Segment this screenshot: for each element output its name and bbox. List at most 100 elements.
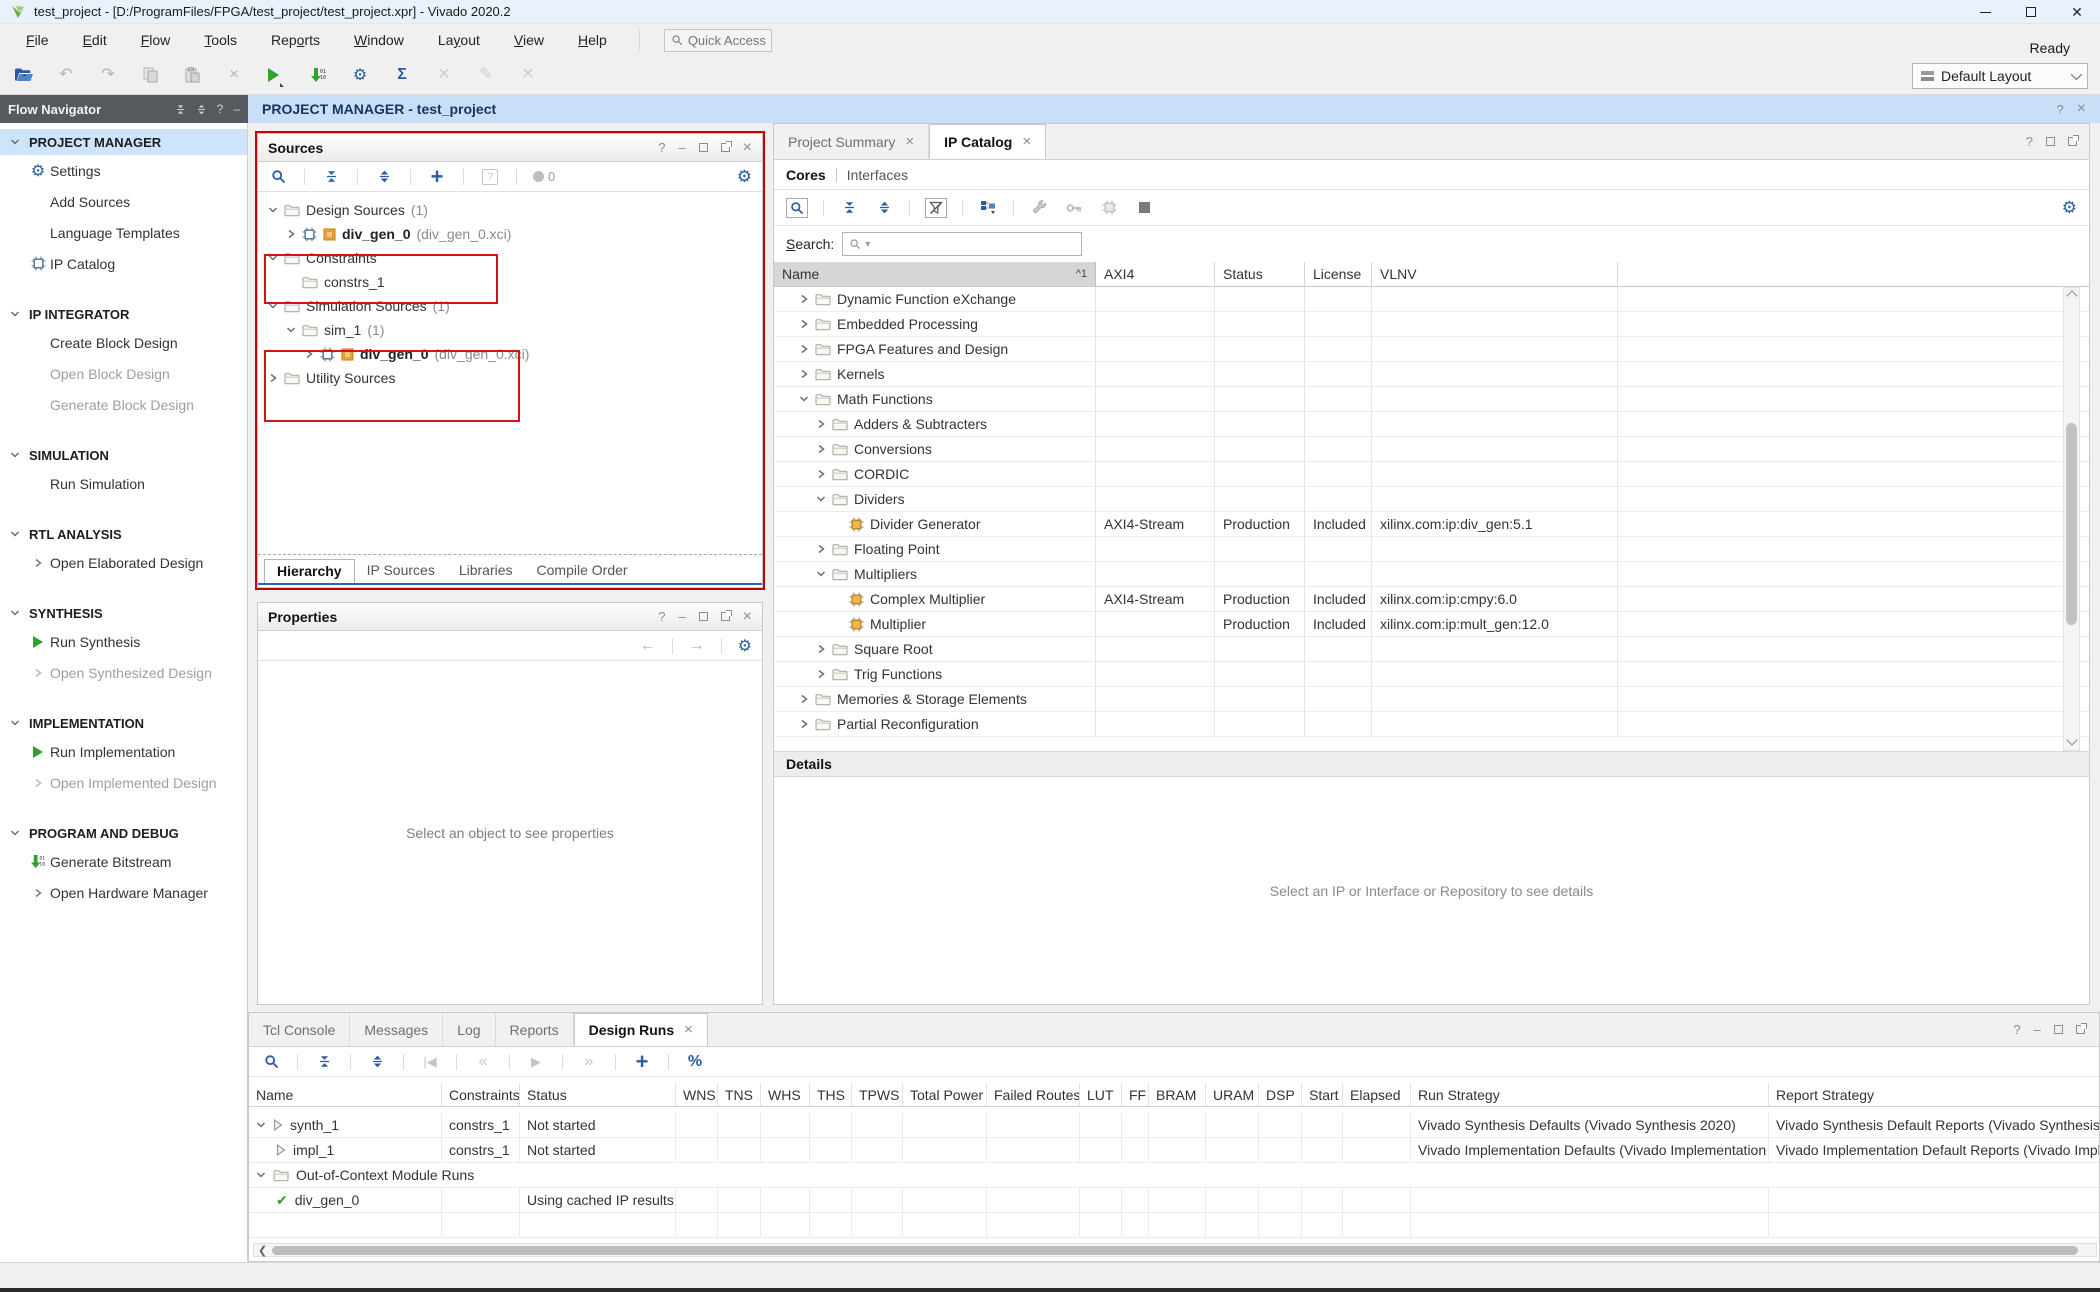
close-tab-icon[interactable]: × xyxy=(905,133,914,150)
open-file-button[interactable] xyxy=(14,63,34,87)
messages-badge-button[interactable]: 0 xyxy=(533,165,555,189)
close-window-button[interactable]: ✕ xyxy=(2054,0,2100,24)
flownav-item-generate-block-design[interactable]: Generate Block Design xyxy=(0,389,247,420)
forward-arrow-icon[interactable]: → xyxy=(689,638,705,654)
flownav-item-open-elaborated-design[interactable]: Open Elaborated Design xyxy=(0,547,247,578)
collapse-all-button[interactable] xyxy=(839,196,859,220)
flownav-section-simulation[interactable]: SIMULATION xyxy=(0,442,247,468)
chevron-right-icon[interactable] xyxy=(33,558,43,568)
run-button[interactable] xyxy=(266,63,286,87)
tab-libraries[interactable]: Libraries xyxy=(447,559,525,583)
collapse-all-button[interactable] xyxy=(321,165,341,189)
flownav-section-rtl-analysis[interactable]: RTL ANALYSIS xyxy=(0,521,247,547)
chevron-down-icon[interactable] xyxy=(816,569,826,579)
menu-window[interactable]: Window xyxy=(342,28,416,52)
chevron-right-icon[interactable] xyxy=(33,888,43,898)
play-button[interactable]: ▶ xyxy=(526,1050,546,1074)
ip-row-memories-storage-elements[interactable]: Memories & Storage Elements xyxy=(774,687,1096,712)
report-summary-button[interactable]: Σ xyxy=(392,63,412,87)
flownav-item-create-block-design[interactable]: Create Block Design xyxy=(0,327,247,358)
properties-title-bar[interactable]: Properties ? – × xyxy=(258,603,762,631)
fast-forward-button[interactable]: » xyxy=(579,1050,599,1074)
quick-access-input[interactable] xyxy=(688,33,768,48)
chevron-right-icon[interactable] xyxy=(33,668,43,678)
expand-all-button[interactable] xyxy=(374,165,394,189)
fast-back-button[interactable]: « xyxy=(473,1050,493,1074)
minimize-icon[interactable]: – xyxy=(2034,1022,2041,1037)
flownav-item-run-synthesis[interactable]: Run Synthesis xyxy=(0,626,247,657)
ip-row-multiplier[interactable]: Multiplier xyxy=(774,612,1096,637)
chevron-right-icon[interactable] xyxy=(816,669,826,679)
layout-selector[interactable]: Default Layout xyxy=(1912,63,2088,89)
menu-view[interactable]: View xyxy=(502,28,556,52)
close-tab-icon[interactable]: × xyxy=(1022,133,1031,150)
edit-disabled-button[interactable]: ✎ xyxy=(476,63,496,87)
search-button[interactable] xyxy=(786,198,808,218)
float-icon[interactable] xyxy=(721,143,730,152)
chevron-down-icon[interactable] xyxy=(10,137,20,147)
menu-tools[interactable]: Tools xyxy=(192,28,249,52)
tree-item-utility-sources[interactable]: Utility Sources xyxy=(258,366,762,390)
chevron-right-icon[interactable] xyxy=(799,369,809,379)
float-icon[interactable] xyxy=(2076,1025,2085,1034)
column-header-axi4[interactable]: AXI4 xyxy=(1096,262,1215,287)
minimize-icon[interactable]: – xyxy=(678,609,685,624)
flownav-item-open-block-design[interactable]: Open Block Design xyxy=(0,358,247,389)
ip-row-complex-multiplier[interactable]: Complex Multiplier xyxy=(774,587,1096,612)
close-icon[interactable]: × xyxy=(743,612,752,622)
column-header-ff[interactable]: FF xyxy=(1122,1083,1149,1107)
chevron-right-icon[interactable] xyxy=(816,469,826,479)
menu-file[interactable]: File xyxy=(14,28,61,52)
column-header-uram[interactable]: URAM xyxy=(1206,1083,1259,1107)
scroll-left-icon[interactable]: ❮ xyxy=(258,1244,267,1257)
tab-reports[interactable]: Reports xyxy=(496,1013,574,1046)
tree-item-sim_1[interactable]: sim_1(1) xyxy=(258,318,762,342)
column-header-total-power[interactable]: Total Power xyxy=(903,1083,987,1107)
maximize-icon[interactable] xyxy=(699,143,708,152)
ip-row-partial-reconfiguration[interactable]: Partial Reconfiguration xyxy=(774,712,1096,737)
chevron-down-icon[interactable] xyxy=(10,828,20,838)
maximize-icon[interactable] xyxy=(2054,1025,2063,1034)
column-header-bram[interactable]: BRAM xyxy=(1149,1083,1206,1107)
group-by-button[interactable] xyxy=(978,196,998,220)
search-button[interactable] xyxy=(261,1050,281,1074)
chevron-down-icon[interactable] xyxy=(268,301,278,311)
chevron-down-icon[interactable] xyxy=(256,1120,266,1130)
paste-button[interactable] xyxy=(182,63,202,87)
delete-button[interactable]: × xyxy=(224,63,244,87)
close-tab-icon[interactable]: × xyxy=(684,1021,693,1038)
chevron-down-icon[interactable] xyxy=(10,718,20,728)
chevron-down-icon[interactable] xyxy=(816,494,826,504)
step-first-button[interactable]: |◀ xyxy=(420,1050,440,1074)
cancel-2-button[interactable]: ✕ xyxy=(518,63,538,87)
key-button[interactable] xyxy=(1064,196,1084,220)
stop-square-button[interactable] xyxy=(1134,196,1154,220)
column-header-whs[interactable]: WHS xyxy=(761,1083,810,1107)
help-icon[interactable]: ? xyxy=(2056,102,2063,117)
maximize-window-button[interactable] xyxy=(2008,0,2054,24)
flownav-item-run-simulation[interactable]: Run Simulation xyxy=(0,468,247,499)
sources-title-bar[interactable]: Sources ? – × xyxy=(258,134,762,162)
settings-button[interactable]: ⚙ xyxy=(350,63,370,87)
wrench-button[interactable] xyxy=(1029,196,1049,220)
ip-row-dividers[interactable]: Dividers xyxy=(774,487,1096,512)
minimize-window-button[interactable] xyxy=(1962,0,2008,24)
column-header-name[interactable]: Name xyxy=(249,1083,442,1107)
menu-reports[interactable]: Reports xyxy=(259,28,332,52)
flownav-item-open-implemented-design[interactable]: Open Implemented Design xyxy=(0,767,247,798)
ip-search-box[interactable]: ▾ xyxy=(842,232,1082,256)
column-header-start[interactable]: Start xyxy=(1302,1083,1343,1107)
help-icon[interactable]: ? xyxy=(2026,134,2033,149)
chevron-right-icon[interactable] xyxy=(816,544,826,554)
chevron-right-icon[interactable] xyxy=(304,349,314,359)
tab-messages[interactable]: Messages xyxy=(350,1013,443,1046)
ip-row-trig-functions[interactable]: Trig Functions xyxy=(774,662,1096,687)
column-header-run-strategy[interactable]: Run Strategy xyxy=(1411,1083,1769,1107)
chevron-down-icon[interactable] xyxy=(10,529,20,539)
chevron-down-icon[interactable] xyxy=(268,205,278,215)
tab-design-runs[interactable]: Design Runs× xyxy=(574,1013,708,1046)
help-icon[interactable]: ? xyxy=(2014,1022,2021,1037)
menu-flow[interactable]: Flow xyxy=(129,28,183,52)
tree-item-simulation-sources[interactable]: Simulation Sources(1) xyxy=(258,294,762,318)
column-header-elapsed[interactable]: Elapsed xyxy=(1343,1083,1411,1107)
